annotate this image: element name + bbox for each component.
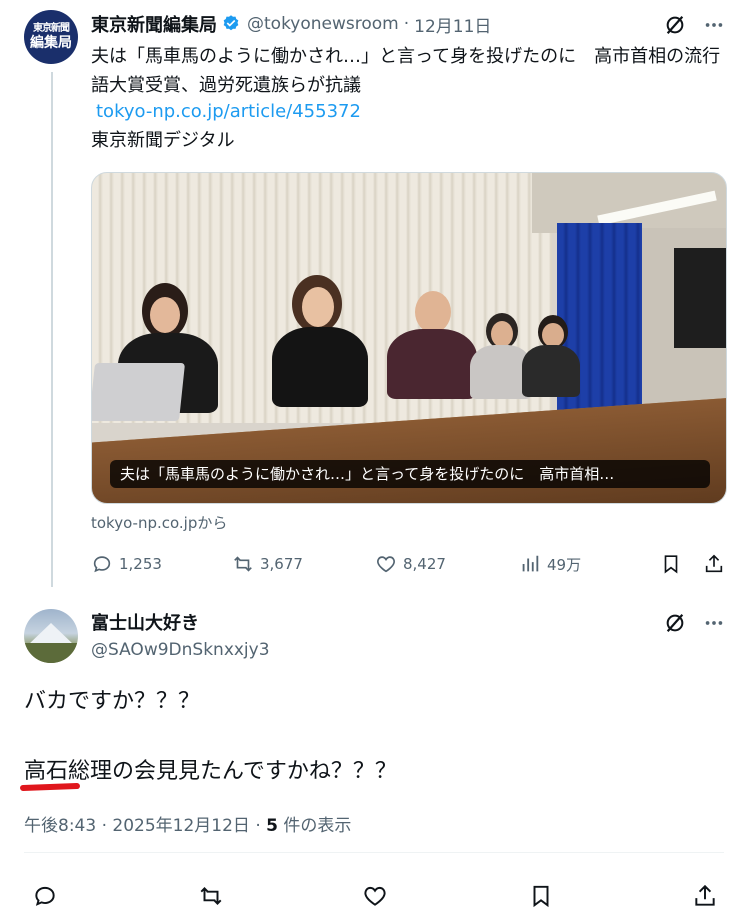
avatar-mountain-base bbox=[24, 643, 78, 663]
avatar-mount-fuji bbox=[28, 623, 74, 645]
repost-count: 3,677 bbox=[260, 555, 303, 573]
photo-laptop bbox=[92, 363, 186, 421]
post-timestamp[interactable]: 午後8:43 · 2025年12月12日 · bbox=[24, 816, 266, 836]
card-caption: 夫は「馬車馬のように働かされ…」と言って身を投げたのに 高市首相… bbox=[110, 460, 710, 488]
views-icon bbox=[522, 555, 539, 572]
tweet-action-bar: 1,253 3,677 8,427 49万 bbox=[91, 550, 731, 578]
card-source-domain[interactable]: tokyo-np.co.jpから bbox=[91, 512, 227, 533]
author-name[interactable]: 東京新聞編集局 bbox=[91, 11, 217, 37]
avatar-logo-top: 東京新聞 bbox=[33, 23, 70, 34]
like-button[interactable]: 8,427 bbox=[375, 550, 446, 578]
views-button[interactable]: 49万 bbox=[519, 550, 581, 578]
more-icon[interactable] bbox=[703, 612, 725, 634]
reply-icon[interactable] bbox=[32, 883, 58, 909]
article-card-image[interactable]: 夫は「馬車馬のように働かされ…」と言って身を投げたのに 高市首相… bbox=[91, 172, 727, 504]
reply-text-line-1: バカですか？？？ bbox=[24, 689, 201, 714]
share-button[interactable] bbox=[703, 550, 731, 578]
tweet-text: 夫は「馬車馬のように働かされ…」と言って身を投げたのに 高市首相の流行語大賞受賞… bbox=[91, 46, 721, 96]
author-name[interactable]: 富士山大好き bbox=[91, 612, 199, 636]
repost-button[interactable]: 3,677 bbox=[232, 550, 303, 578]
like-count: 8,427 bbox=[403, 555, 446, 573]
verified-badge-icon bbox=[223, 15, 239, 31]
author-handle[interactable]: @SAOw9DnSknxxjy3 bbox=[91, 638, 270, 662]
share-icon[interactable] bbox=[692, 883, 718, 909]
avatar-logo-bottom: 編集局 bbox=[30, 35, 72, 51]
share-icon bbox=[705, 554, 723, 573]
more-icon[interactable] bbox=[703, 14, 725, 36]
avatar[interactable] bbox=[24, 609, 78, 663]
view-count: 5 bbox=[266, 816, 278, 836]
divider bbox=[24, 852, 724, 853]
bookmark-button[interactable] bbox=[660, 550, 688, 578]
author-handle[interactable]: @tokyonewsroom bbox=[247, 14, 399, 34]
view-count: 49万 bbox=[547, 555, 582, 574]
tweet-header: 東京新聞編集局 @tokyonewsroom · 12月11日 bbox=[91, 11, 491, 37]
photo-monitor bbox=[674, 248, 726, 348]
reply-icon bbox=[93, 556, 111, 573]
grok-icon[interactable] bbox=[664, 612, 686, 634]
grok-icon[interactable] bbox=[664, 14, 686, 36]
avatar[interactable]: 東京新聞 編集局 bbox=[24, 10, 78, 64]
bookmark-icon[interactable] bbox=[528, 883, 554, 909]
repost-icon bbox=[234, 556, 252, 572]
post-metadata: 午後8:43 · 2025年12月12日 · 5 件の表示 bbox=[24, 814, 351, 838]
view-label: 件の表示 bbox=[277, 816, 352, 836]
like-icon bbox=[377, 556, 395, 573]
separator-dot: · bbox=[403, 14, 410, 34]
bookmark-icon bbox=[664, 555, 678, 574]
article-link[interactable]: tokyo-np.co.jp/article/455372 bbox=[96, 99, 361, 125]
reply-count: 1,253 bbox=[119, 555, 162, 573]
source-name: 東京新聞デジタル bbox=[91, 130, 235, 151]
thread-connector-line bbox=[51, 72, 53, 587]
reply-text-line-2: 高石総理の会見見たんですかね？？？ bbox=[24, 759, 397, 784]
like-icon[interactable] bbox=[362, 883, 388, 909]
reply-button[interactable]: 1,253 bbox=[91, 550, 162, 578]
red-underline-annotation bbox=[19, 782, 81, 792]
post-date[interactable]: 12月11日 bbox=[414, 12, 491, 37]
repost-icon[interactable] bbox=[198, 883, 224, 909]
reply-action-bar bbox=[0, 880, 749, 912]
